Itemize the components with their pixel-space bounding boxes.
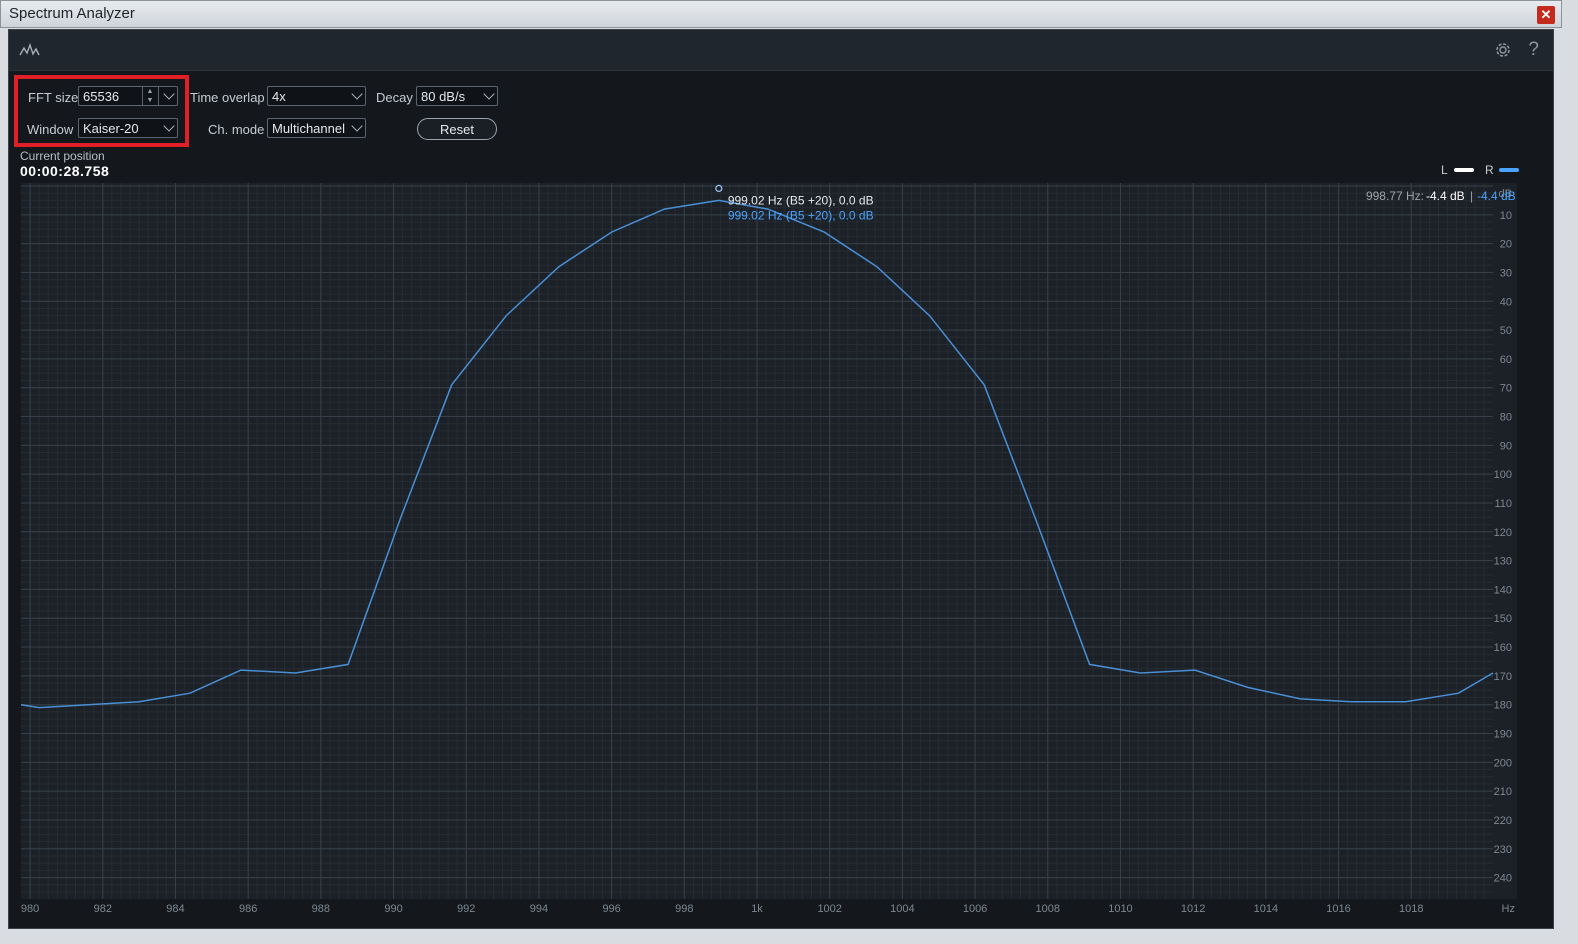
readout-right-db: -4.4 dB bbox=[1477, 189, 1516, 203]
y-tick-label: 230 bbox=[1494, 844, 1512, 856]
y-tick-label: 110 bbox=[1494, 498, 1512, 510]
x-tick-label: 1004 bbox=[890, 903, 914, 915]
spectrum-analyzer-panel: ? FFT size 65536 ▲ ▼ Window Kaiser-20 Tim… bbox=[8, 29, 1554, 929]
window-title: Spectrum Analyzer bbox=[9, 5, 135, 22]
x-tick-label: 1016 bbox=[1326, 903, 1350, 915]
x-tick-label: 1k bbox=[751, 903, 763, 915]
x-tick-label: 1014 bbox=[1254, 903, 1278, 915]
x-tick-label: 1012 bbox=[1181, 903, 1205, 915]
x-tick-label: 1018 bbox=[1399, 903, 1423, 915]
x-tick-label: 1008 bbox=[1036, 903, 1060, 915]
x-tick-label: 1010 bbox=[1108, 903, 1132, 915]
y-tick-label: 190 bbox=[1494, 729, 1512, 741]
y-tick-label: 170 bbox=[1494, 671, 1512, 683]
x-tick-label: 986 bbox=[239, 903, 257, 915]
y-tick-label: 140 bbox=[1494, 584, 1512, 596]
x-tick-label: 992 bbox=[457, 903, 475, 915]
readout-frequency: 998.77 Hz: bbox=[1366, 189, 1424, 203]
x-tick-label: 984 bbox=[166, 903, 184, 915]
window-titlebar: Spectrum Analyzer ✕ bbox=[0, 0, 1562, 28]
x-tick-label: 990 bbox=[384, 903, 402, 915]
y-tick-label: 70 bbox=[1500, 383, 1512, 395]
peak-label-left: 999.02 Hz (B5 +20), 0.0 dB bbox=[728, 193, 874, 207]
y-tick-label: 150 bbox=[1494, 613, 1512, 625]
y-tick-label: 120 bbox=[1494, 527, 1512, 539]
y-tick-label: 220 bbox=[1494, 815, 1512, 827]
x-tick-label: 1006 bbox=[963, 903, 987, 915]
y-tick-label: 200 bbox=[1494, 757, 1512, 769]
readout-separator: | bbox=[1470, 189, 1473, 203]
window-close-button[interactable]: ✕ bbox=[1537, 6, 1555, 24]
y-tick-label: 210 bbox=[1494, 786, 1512, 798]
y-tick-label: 130 bbox=[1494, 556, 1512, 568]
x-axis-unit-label: Hz bbox=[1502, 903, 1515, 915]
y-tick-label: 50 bbox=[1500, 325, 1512, 337]
x-tick-label: 998 bbox=[675, 903, 693, 915]
y-tick-label: 60 bbox=[1500, 354, 1512, 366]
y-tick-label: 20 bbox=[1500, 239, 1512, 251]
y-tick-label: 30 bbox=[1500, 267, 1512, 279]
spectrum-plot[interactable]: 10 20 30 40 50 60 70 80 90 100 110 120 130 140 150 160 1… bbox=[9, 30, 1553, 928]
x-tick-label: 988 bbox=[312, 903, 330, 915]
x-tick-label: 996 bbox=[602, 903, 620, 915]
y-tick-label: 100 bbox=[1494, 469, 1512, 481]
y-tick-label: 40 bbox=[1500, 296, 1512, 308]
x-tick-label: 1002 bbox=[817, 903, 841, 915]
x-tick-label: 980 bbox=[21, 903, 39, 915]
y-tick-label: 10 bbox=[1500, 210, 1512, 222]
y-tick-label: 180 bbox=[1494, 700, 1512, 712]
x-tick-label: 982 bbox=[94, 903, 112, 915]
readout-left-db: -4.4 dB bbox=[1426, 189, 1465, 203]
y-tick-label: 160 bbox=[1494, 642, 1512, 654]
y-tick-label: 90 bbox=[1500, 440, 1512, 452]
y-tick-label: 80 bbox=[1500, 412, 1512, 424]
peak-label-right: 999.02 Hz (B5 +20), 0.0 dB bbox=[728, 208, 874, 222]
y-tick-label: 240 bbox=[1494, 873, 1512, 885]
x-tick-label: 994 bbox=[530, 903, 548, 915]
x-axis: 980 982 984 986 988 990 992 994 996 998 1k 1002 1004… bbox=[21, 903, 1424, 915]
